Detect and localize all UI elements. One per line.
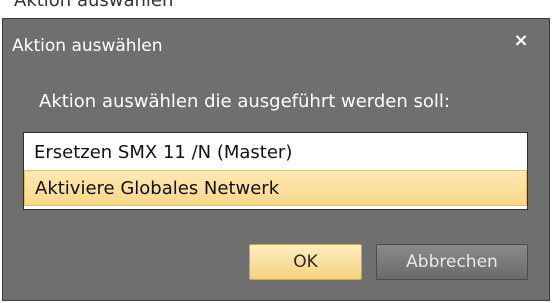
- dialog-title: Aktion auswählen: [12, 36, 163, 56]
- action-list: Ersetzen SMX 11 /N (Master) Aktiviere Gl…: [23, 132, 528, 210]
- ok-button[interactable]: OK: [249, 244, 362, 280]
- list-item-selected[interactable]: Aktiviere Globales Netwerk: [24, 170, 527, 206]
- top-text-fragment: Aktion auswählen: [14, 0, 174, 11]
- dialog-titlebar: Aktion auswählen ×: [3, 19, 549, 69]
- cancel-button[interactable]: Abbrechen: [376, 244, 528, 280]
- list-item[interactable]: Ersetzen SMX 11 /N (Master): [24, 134, 527, 170]
- top-sliver: Aktion auswählen: [0, 0, 552, 18]
- action-dialog: Aktion auswählen × Aktion auswählen die …: [2, 18, 550, 301]
- dialog-prompt: Aktion auswählen die ausgeführt werden s…: [39, 91, 450, 112]
- close-icon[interactable]: ×: [511, 31, 531, 51]
